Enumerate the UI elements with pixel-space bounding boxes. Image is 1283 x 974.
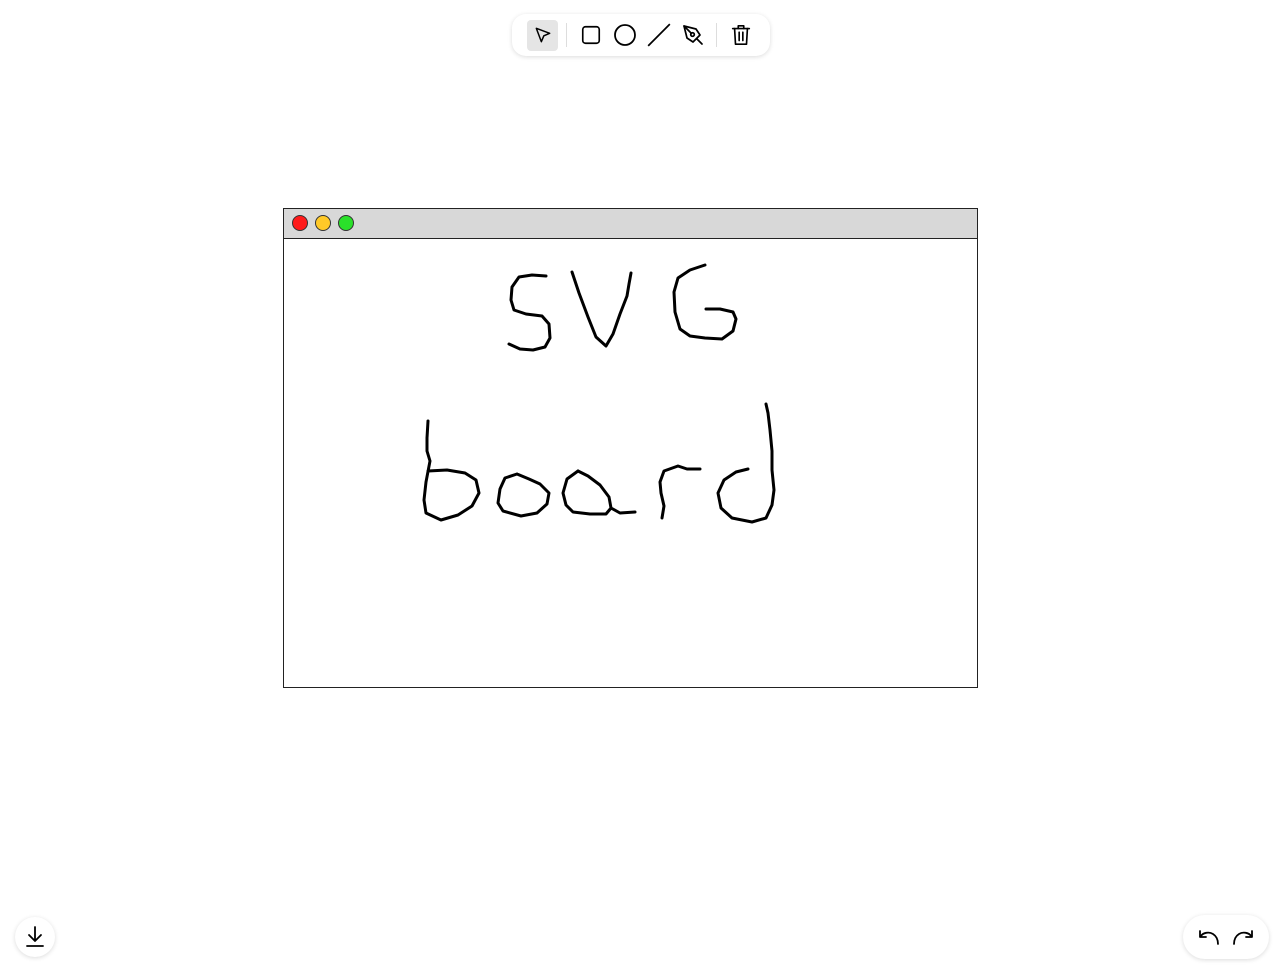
redo-button[interactable] xyxy=(1228,922,1258,952)
clear-button[interactable] xyxy=(725,20,756,51)
window-minimize-dot xyxy=(315,215,331,231)
history-controls xyxy=(1183,915,1269,959)
redo-icon xyxy=(1233,930,1253,945)
undo-icon xyxy=(1199,930,1219,945)
toolbar xyxy=(512,14,770,56)
drawing-board[interactable] xyxy=(0,0,1283,974)
line-tool-button[interactable] xyxy=(643,20,674,51)
circle-icon xyxy=(613,24,636,46)
window-maximize-dot xyxy=(338,215,354,231)
drawn-window-shape[interactable] xyxy=(283,208,978,688)
rectangle-tool-button[interactable] xyxy=(575,20,606,51)
line-icon xyxy=(647,23,670,47)
window-titlebar xyxy=(284,209,977,239)
circle-tool-button[interactable] xyxy=(609,20,640,51)
trash-icon xyxy=(731,25,750,45)
pen-tool-button[interactable] xyxy=(677,20,708,51)
toolbar-divider xyxy=(716,23,717,47)
toolbar-divider xyxy=(566,23,567,47)
download-icon xyxy=(26,926,44,947)
window-close-dot xyxy=(292,215,308,231)
square-icon xyxy=(581,25,600,45)
select-tool-button[interactable] xyxy=(527,19,558,51)
download-button[interactable] xyxy=(15,917,55,957)
cursor-arrow-icon xyxy=(535,27,550,43)
pen-icon xyxy=(682,25,703,45)
undo-button[interactable] xyxy=(1194,922,1224,952)
